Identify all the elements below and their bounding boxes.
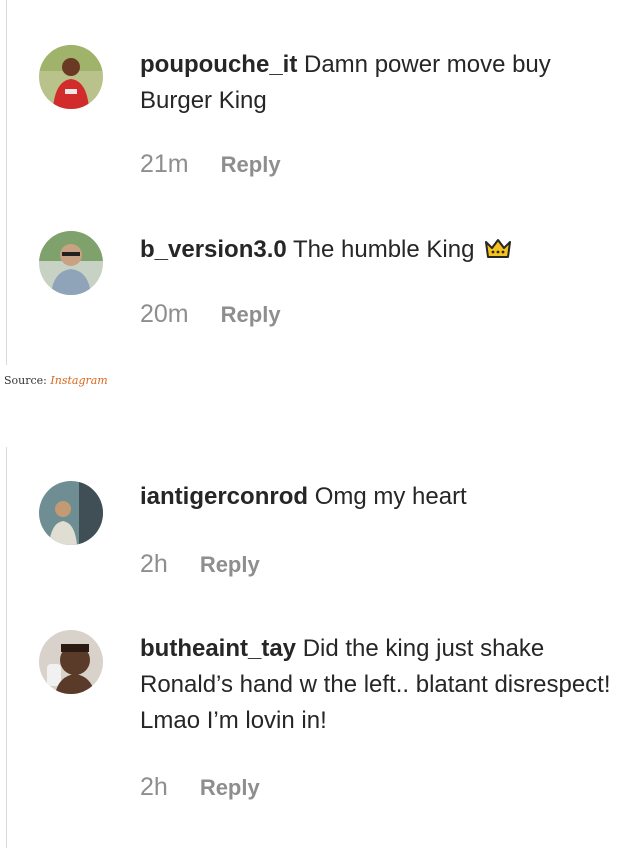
reply-button[interactable]: Reply	[200, 775, 260, 801]
avatar-photo-icon	[39, 481, 103, 545]
comments-panel-bottom: iantigerconrod Omg my heart 2h Reply but…	[0, 447, 633, 848]
comment-body: iantigerconrod Omg my heart	[140, 479, 626, 515]
comment-body: b_version3.0 The humble King	[140, 232, 626, 271]
comment-time: 2h	[140, 773, 168, 801]
crown-emoji-icon	[485, 235, 512, 271]
comment-time: 2h	[140, 550, 168, 578]
comment-body: butheaint_tay Did the king just shake Ro…	[140, 631, 626, 739]
comment-meta: 21m Reply	[140, 150, 281, 179]
comment-username[interactable]: butheaint_tay	[140, 635, 296, 662]
source-label: Source:	[4, 374, 47, 387]
reply-button[interactable]: Reply	[221, 302, 281, 328]
source-link[interactable]: Instagram	[50, 374, 107, 387]
avatar[interactable]	[39, 481, 103, 545]
comment-text: Omg my heart	[314, 483, 467, 510]
comment-username[interactable]: poupouche_it	[140, 51, 297, 78]
comment-meta: 20m Reply	[140, 300, 281, 329]
avatar[interactable]	[39, 45, 103, 109]
comment-time: 21m	[140, 150, 189, 178]
avatar[interactable]	[39, 231, 103, 295]
comments-panel-top: poupouche_it Damn power move buy Burger …	[0, 0, 633, 365]
comment-meta: 2h Reply	[140, 550, 260, 579]
reply-button[interactable]: Reply	[200, 552, 260, 578]
comment-meta: 2h Reply	[140, 773, 260, 802]
comment-text: The humble King	[292, 236, 475, 263]
avatar-photo-icon	[39, 630, 103, 694]
panel-divider-line	[6, 0, 7, 365]
comment-body: poupouche_it Damn power move buy Burger …	[140, 47, 626, 119]
avatar-photo-icon	[39, 45, 103, 109]
comment-time: 20m	[140, 300, 189, 328]
comment-username[interactable]: iantigerconrod	[140, 483, 308, 510]
avatar[interactable]	[39, 630, 103, 694]
reply-button[interactable]: Reply	[221, 152, 281, 178]
panel-divider-line	[6, 447, 7, 848]
avatar-photo-icon	[39, 231, 103, 295]
source-caption: Source: Instagram	[4, 374, 108, 387]
comment-username[interactable]: b_version3.0	[140, 236, 287, 263]
